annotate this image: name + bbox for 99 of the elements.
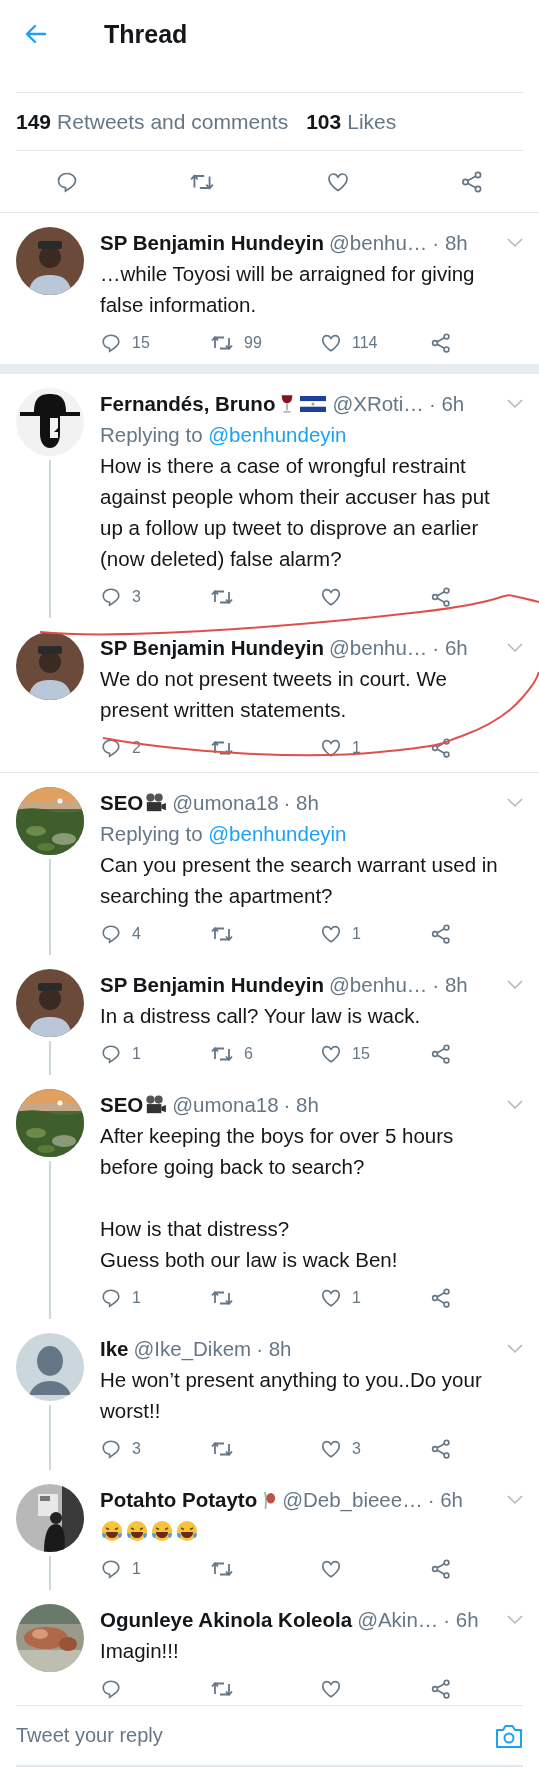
tweet-text: …while Toyosi will be arraigned for giving false information. xyxy=(100,262,475,316)
laughing-tears-emoji-icon xyxy=(125,1518,149,1543)
speech-bubble-icon xyxy=(100,1043,122,1065)
tweet-text: We do not present tweets in court. We present written statements. xyxy=(100,667,447,721)
flag-icon xyxy=(300,395,327,412)
mention-link[interactable]: @benhundeyin xyxy=(208,822,347,845)
laughing-tears-emoji-icon xyxy=(175,1518,199,1543)
replying-to-text: Replying to @benhundeyin xyxy=(100,821,348,847)
wine-glass-icon xyxy=(280,393,295,414)
laughing-tears-emoji-icon xyxy=(100,1518,124,1543)
tweet-text: How is there a case of wrongful restraint against people whom their accuser has put up a follow up tweet to disprove an earlier (now deleted) false alarm? xyxy=(100,454,490,570)
share-icon xyxy=(430,923,452,945)
user-handle[interactable]: @Ike_Dikem xyxy=(133,1336,252,1361)
display-name[interactable]: SP Benjamin Hundeyin xyxy=(100,635,325,660)
stat-label[interactable]: Likes xyxy=(347,109,397,134)
heart-icon xyxy=(320,1287,342,1309)
reply-button[interactable]: 4 xyxy=(100,923,210,945)
reply-input-field[interactable]: Tweet your reply xyxy=(16,1724,495,1747)
display-name[interactable]: Fernandés, Bruno xyxy=(100,391,276,416)
wilted-rose-icon xyxy=(262,1489,277,1510)
heart-icon xyxy=(320,1438,342,1460)
share-icon xyxy=(430,1438,452,1460)
tweet-time: · 6h xyxy=(427,1487,463,1512)
share-icon xyxy=(430,1043,452,1065)
stat-count: 103 xyxy=(306,109,342,134)
speech-bubble-icon xyxy=(100,1438,122,1460)
display-name[interactable]: Ogunleye Akinola Koleola xyxy=(100,1607,353,1632)
display-name[interactable]: SEO xyxy=(100,790,144,815)
share-icon xyxy=(430,737,452,759)
film-projector-icon xyxy=(144,1094,167,1115)
speech-bubble-icon xyxy=(100,332,122,354)
reply-button[interactable]: 1 xyxy=(100,1558,210,1580)
speech-bubble-icon xyxy=(100,737,122,759)
share-icon xyxy=(459,169,484,194)
reply-button[interactable]: 3 xyxy=(100,1438,210,1460)
speech-bubble-icon xyxy=(100,923,122,945)
retweet-button[interactable]: 6 xyxy=(210,1042,320,1066)
speech-bubble-icon xyxy=(100,586,122,608)
user-handle[interactable]: @umona18 xyxy=(172,1092,279,1117)
mention-link[interactable]: @benhundeyin xyxy=(208,423,347,446)
share-icon xyxy=(430,1287,452,1309)
like-button[interactable]: 3 xyxy=(320,1438,430,1460)
reply-button[interactable]: 1 xyxy=(100,1043,210,1065)
tweet-time: · 8h xyxy=(283,1092,319,1117)
user-handle[interactable]: @benhu… xyxy=(329,635,428,660)
share-icon xyxy=(430,586,452,608)
display-name[interactable]: Potahto Potayto xyxy=(100,1487,258,1512)
share-icon xyxy=(430,1678,452,1700)
display-name[interactable]: SEO xyxy=(100,1092,144,1117)
tweet-text: Can you present the search warrant used in searching the apartment? xyxy=(100,853,498,907)
like-button[interactable]: 1 xyxy=(320,1287,430,1309)
display-name[interactable]: SP Benjamin Hundeyin xyxy=(100,230,325,255)
page-title: Thread xyxy=(104,19,188,49)
user-handle[interactable]: @Akin… xyxy=(357,1607,439,1632)
tweet-time: · 8h xyxy=(432,230,468,255)
film-projector-icon xyxy=(144,792,167,813)
reply-button[interactable]: 15 xyxy=(100,332,210,354)
tweet-text: In a distress call? Your law is wack. xyxy=(100,1004,421,1027)
tweet-time: · 8h xyxy=(283,790,319,815)
reply-button[interactable]: 1 xyxy=(100,1287,210,1309)
heart-icon xyxy=(320,923,342,945)
speech-bubble-icon xyxy=(100,1287,122,1309)
user-handle[interactable]: @XRoti… xyxy=(332,391,424,416)
tweet-text: He won’t present anything to you..Do your worst!! xyxy=(100,1368,482,1422)
user-handle[interactable]: @umona18 xyxy=(172,790,279,815)
heart-icon xyxy=(320,1558,342,1580)
user-handle[interactable]: @benhu… xyxy=(329,230,428,255)
tweet-time: · 6h xyxy=(443,1607,479,1632)
replying-to-text: Replying to @benhundeyin xyxy=(100,422,348,448)
heart-icon xyxy=(320,586,342,608)
tweet-time: · 8h xyxy=(432,972,468,997)
tweet-time: · 6h xyxy=(428,391,465,416)
like-button[interactable]: 1 xyxy=(320,923,430,945)
like-button[interactable]: 15 xyxy=(320,1043,430,1065)
tweet-time: · 6h xyxy=(432,635,468,660)
laughing-tears-emoji-icon xyxy=(150,1518,174,1543)
display-name[interactable]: Ike xyxy=(100,1336,129,1361)
share-button[interactable] xyxy=(459,169,484,194)
stat-count: 149 xyxy=(16,109,52,134)
share-icon xyxy=(430,332,452,354)
stat-label[interactable]: Retweets and comments xyxy=(57,109,289,134)
tweet-time: · 8h xyxy=(256,1336,292,1361)
like-button[interactable]: 1 xyxy=(320,737,430,759)
heart-icon xyxy=(320,1678,342,1700)
display-name[interactable]: SP Benjamin Hundeyin xyxy=(100,972,325,997)
reply-button[interactable]: 3 xyxy=(100,586,210,608)
heart-icon xyxy=(320,332,342,354)
user-handle[interactable]: @benhu… xyxy=(329,972,428,997)
speech-bubble-icon xyxy=(100,1678,122,1700)
camera-icon[interactable] xyxy=(495,1722,523,1749)
user-handle[interactable]: @Deb_bieee… xyxy=(282,1487,423,1512)
tweet-text: Imagin!!! xyxy=(100,1639,179,1662)
like-button[interactable]: 114 xyxy=(320,332,430,354)
heart-icon xyxy=(320,1043,342,1065)
retweet-button[interactable]: 99 xyxy=(210,331,320,355)
speech-bubble-icon xyxy=(100,1558,122,1580)
tweet-text: After keeping the boys for over 5 hours before going back to search? How is that distress? Guess both our law is wack Ben! xyxy=(100,1124,454,1271)
share-icon xyxy=(430,1558,452,1580)
back-arrow-icon[interactable] xyxy=(24,22,48,46)
